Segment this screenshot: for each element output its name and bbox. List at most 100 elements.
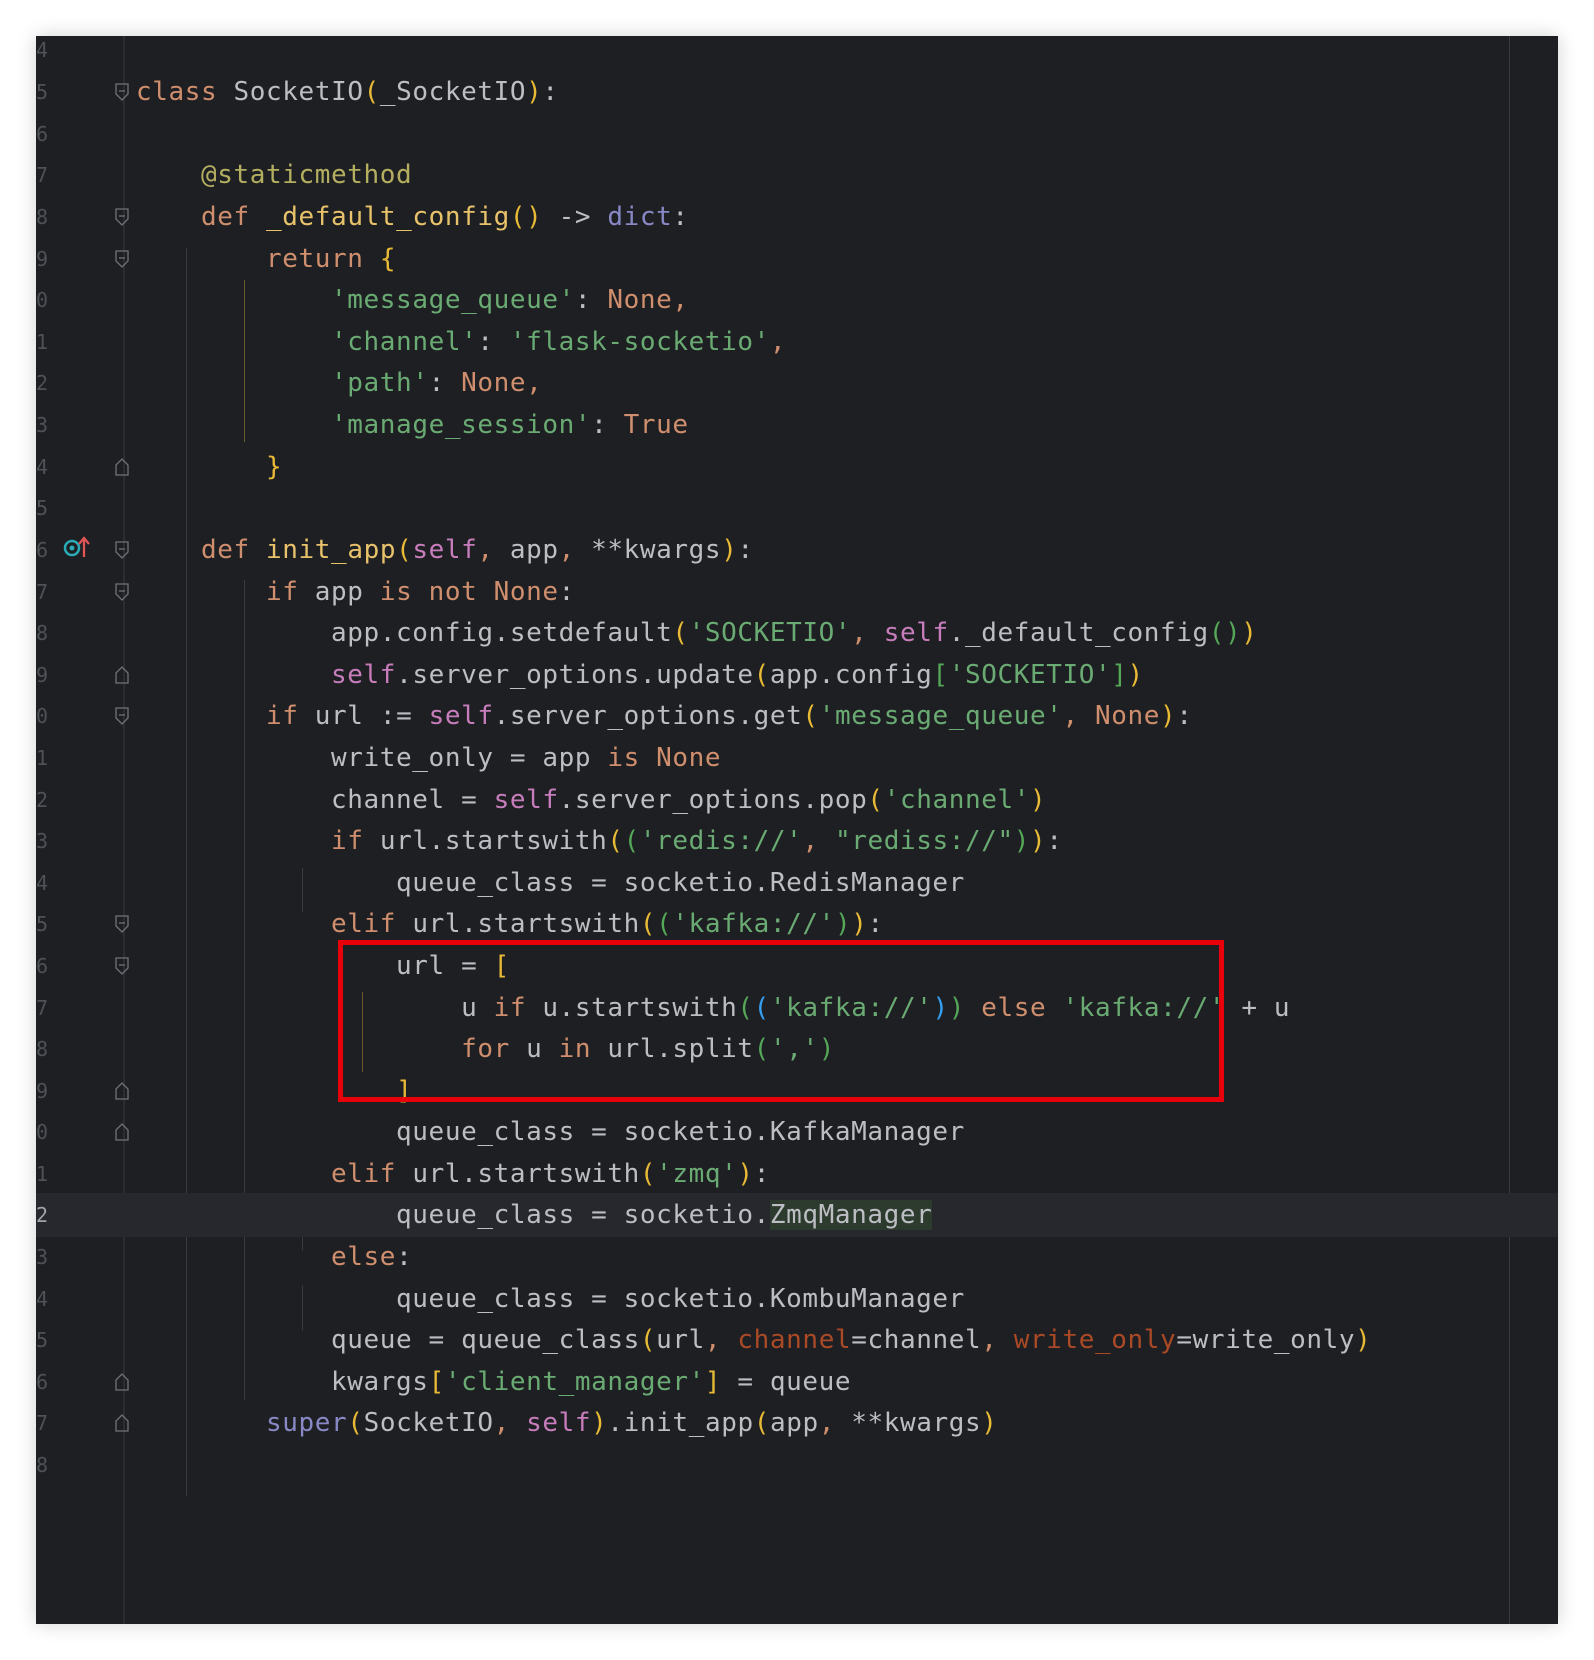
fold-collapse-icon[interactable] <box>115 583 129 601</box>
line-number: 1 <box>36 746 48 770</box>
code-line[interactable]: 5 <box>36 486 1558 530</box>
line-number: 7 <box>36 163 48 187</box>
code-text: if url := self.server_options.get('messa… <box>266 701 1193 731</box>
line-number: 6 <box>36 122 48 146</box>
line-number: 0 <box>36 704 48 728</box>
fold-collapse-icon[interactable] <box>115 707 129 725</box>
code-line[interactable]: 8 <box>36 1443 1558 1487</box>
code-text: } <box>266 452 283 482</box>
code-text: def init_app(self, app, **kwargs): <box>201 535 754 565</box>
fold-end-icon[interactable] <box>115 1414 129 1432</box>
code-text: class SocketIO(_SocketIO): <box>136 77 559 107</box>
code-text: app.config.setdefault('SOCKETIO', self._… <box>136 618 1258 648</box>
code-line[interactable]: 5 queue = queue_class(url, channel=chann… <box>36 1318 1558 1362</box>
fold-collapse-icon[interactable] <box>115 83 129 101</box>
code-line[interactable]: 9 self.server_options.update(app.config[… <box>36 653 1558 697</box>
fold-end-icon[interactable] <box>115 666 129 684</box>
code-line[interactable]: 3 else: <box>36 1235 1558 1279</box>
line-number: 4 <box>36 455 48 479</box>
code-line[interactable]: 3 if url.startswith(('redis://', "rediss… <box>36 819 1558 863</box>
line-number: 4 <box>36 1287 48 1311</box>
code-text: else: <box>331 1242 413 1272</box>
code-line[interactable]: 1 write_only = app is None <box>36 736 1558 780</box>
code-text: 'channel': 'flask-socketio', <box>331 327 787 357</box>
fold-collapse-icon[interactable] <box>115 915 129 933</box>
line-number: 7 <box>36 580 48 604</box>
code-line[interactable]: 0 queue_class = socketio.KafkaManager <box>36 1110 1558 1154</box>
code-line[interactable]: 8 app.config.setdefault('SOCKETIO', self… <box>36 611 1558 655</box>
line-number: 2 <box>36 788 48 812</box>
code-text: @staticmethod <box>201 160 413 190</box>
code-line[interactable]: 8 def _default_config() -> dict: <box>36 195 1558 239</box>
code-text: super(SocketIO, self).init_app(app, **kw… <box>266 1408 998 1438</box>
line-number: 2 <box>36 371 48 395</box>
line-number: 6 <box>36 538 48 562</box>
line-number: 1 <box>36 330 48 354</box>
fold-end-icon[interactable] <box>115 1123 129 1141</box>
code-text: 'message_queue': None, <box>331 285 689 315</box>
override-up-arrow-icon[interactable] <box>62 535 92 559</box>
highlight-annotation-box <box>338 940 1224 1102</box>
line-number: 7 <box>36 996 48 1020</box>
line-number: 7 <box>36 1411 48 1435</box>
code-text: write_only = app is None <box>136 743 722 773</box>
fold-end-icon[interactable] <box>115 458 129 476</box>
code-line[interactable]: 4 queue_class = socketio.KombuManager <box>36 1277 1558 1321</box>
code-line[interactable]: 5 class SocketIO(_SocketIO): <box>36 70 1558 114</box>
code-text: queue_class = socketio.RedisManager <box>136 868 965 898</box>
line-number: 5 <box>36 80 48 104</box>
current-code-line[interactable]: 2 queue_class = socketio.ZmqManager <box>36 1193 1558 1237</box>
line-number: 8 <box>36 205 48 229</box>
code-text: 'path': None, <box>331 368 543 398</box>
code-text: queue_class = socketio.KombuManager <box>136 1284 965 1314</box>
code-line[interactable]: 1 'channel': 'flask-socketio', <box>36 320 1558 364</box>
code-line[interactable]: 6 <box>36 112 1558 156</box>
line-number: 6 <box>36 1370 48 1394</box>
fold-collapse-icon[interactable] <box>115 957 129 975</box>
code-line[interactable]: 3 'manage_session': True <box>36 403 1558 447</box>
code-line[interactable]: 7 @staticmethod <box>36 153 1558 197</box>
code-text: 'manage_session': True <box>331 410 689 440</box>
code-text: return { <box>266 244 397 274</box>
code-line[interactable]: 2 'path': None, <box>36 361 1558 405</box>
fold-collapse-icon[interactable] <box>115 250 129 268</box>
line-number: 4 <box>36 871 48 895</box>
line-number: 1 <box>36 1162 48 1186</box>
line-number: 8 <box>36 621 48 645</box>
code-line[interactable]: 4 <box>36 36 1558 72</box>
line-number: 6 <box>36 954 48 978</box>
line-number: 8 <box>36 1453 48 1477</box>
code-line[interactable]: 6 kwargs['client_manager'] = queue <box>36 1360 1558 1404</box>
code-line[interactable]: 0 'message_queue': None, <box>36 278 1558 322</box>
code-line[interactable]: 0 if url := self.server_options.get('mes… <box>36 694 1558 738</box>
code-line[interactable]: 1 elif url.startswith('zmq'): <box>36 1152 1558 1196</box>
line-number: 9 <box>36 663 48 687</box>
code-text: queue_class = socketio.ZmqManager <box>136 1200 933 1230</box>
code-line[interactable]: 4 } <box>36 445 1558 489</box>
code-editor[interactable]: 4 5 class SocketIO(_SocketIO): 6 7 @stat… <box>36 36 1558 1624</box>
line-number: 9 <box>36 1079 48 1103</box>
code-text: kwargs['client_manager'] = queue <box>136 1367 852 1397</box>
code-line[interactable]: 2 channel = self.server_options.pop('cha… <box>36 778 1558 822</box>
fold-collapse-icon[interactable] <box>115 541 129 559</box>
fold-end-icon[interactable] <box>115 1082 129 1100</box>
line-number: 5 <box>36 912 48 936</box>
code-text: queue = queue_class(url, channel=channel… <box>136 1325 1372 1355</box>
code-line[interactable]: 4 queue_class = socketio.RedisManager <box>36 861 1558 905</box>
fold-collapse-icon[interactable] <box>115 208 129 226</box>
line-number: 5 <box>36 496 48 520</box>
code-text: self.server_options.update(app.config['S… <box>331 660 1144 690</box>
code-line[interactable]: 7 super(SocketIO, self).init_app(app, **… <box>36 1401 1558 1445</box>
fold-end-icon[interactable] <box>115 1373 129 1391</box>
line-number: 0 <box>36 1120 48 1144</box>
code-line[interactable]: 7 if app is not None: <box>36 570 1558 614</box>
line-number: 0 <box>36 288 48 312</box>
code-line[interactable]: 9 return { <box>36 237 1558 281</box>
code-text: if app is not None: <box>266 577 575 607</box>
code-text: queue_class = socketio.KafkaManager <box>136 1117 965 1147</box>
code-text: elif url.startswith('zmq'): <box>331 1159 770 1189</box>
line-number: 9 <box>36 247 48 271</box>
code-text: channel = self.server_options.pop('chann… <box>136 785 1047 815</box>
line-number: 2 <box>36 1203 48 1227</box>
code-line[interactable]: 6 def init_app(self, app, **kwargs): <box>36 528 1558 572</box>
